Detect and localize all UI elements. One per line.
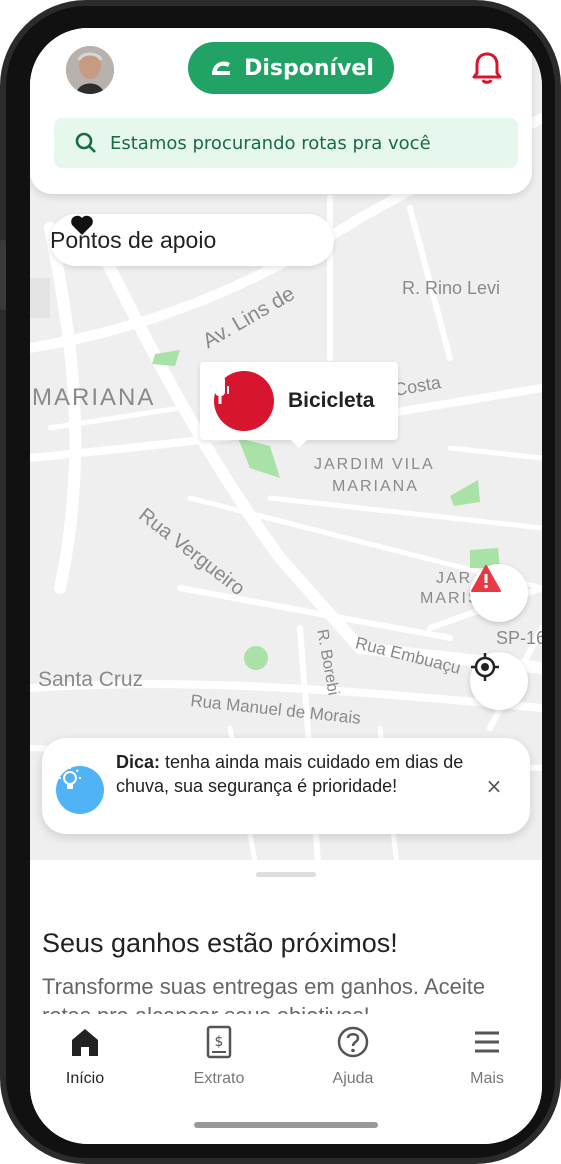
svg-text:$: $ xyxy=(215,1034,224,1050)
warning-icon xyxy=(471,565,501,592)
tab-label: Extrato xyxy=(193,1070,245,1087)
sheet-handle[interactable] xyxy=(256,872,316,877)
home-indicator xyxy=(194,1122,378,1128)
tip-text: Dica: tenha ainda mais cuidado em dias d… xyxy=(116,750,466,798)
support-points-button[interactable]: Pontos de apoio xyxy=(50,214,334,266)
tab-label: Mais xyxy=(470,1070,504,1087)
route-search-status: Estamos procurando rotas pra você xyxy=(54,118,518,168)
safety-tip-card: Dica: tenha ainda mais cuidado em dias d… xyxy=(42,738,530,834)
close-icon[interactable]: × xyxy=(482,774,506,798)
status-logo-icon xyxy=(212,61,231,75)
map-label: Santa Cruz xyxy=(38,668,144,691)
availability-label: Disponível xyxy=(244,55,374,81)
tip-prefix: Dica: xyxy=(116,752,161,772)
tab-mais[interactable]: Mais xyxy=(432,1024,542,1094)
bell-icon[interactable] xyxy=(469,50,505,86)
phone-frame: Av. Lins de R. Rino Levi Costa MARIANA J… xyxy=(0,0,561,1164)
map-label: SP-16 xyxy=(496,628,542,648)
app-screen: Av. Lins de R. Rino Levi Costa MARIANA J… xyxy=(30,28,542,1144)
phone-bezel: Av. Lins de R. Rino Levi Costa MARIANA J… xyxy=(6,6,555,1158)
sheet-title: Seus ganhos estão próximos! xyxy=(42,928,398,958)
bicycle-icon xyxy=(205,366,274,431)
search-status-text: Estamos procurando rotas pra você xyxy=(110,132,431,154)
map-label: MARIANA xyxy=(332,478,419,495)
availability-toggle[interactable]: Disponível xyxy=(188,42,394,94)
tab-ajuda[interactable]: Ajuda xyxy=(298,1024,408,1094)
tab-bar: Início $ Extrato Ajuda Mais xyxy=(30,1014,542,1104)
map-label: JAR xyxy=(436,570,473,587)
tab-label: Início xyxy=(65,1070,105,1087)
lightbulb-icon xyxy=(56,766,104,814)
map-label: R. Rino Levi xyxy=(402,278,501,298)
heart-icon xyxy=(71,215,93,235)
header-card: Disponível Estamos procurando rotas pra … xyxy=(30,28,532,194)
menu-icon xyxy=(475,1031,499,1053)
tab-inicio[interactable]: Início xyxy=(30,1024,140,1094)
vehicle-card[interactable]: Bicicleta xyxy=(200,362,398,440)
vehicle-label: Bicicleta xyxy=(288,389,375,412)
home-icon xyxy=(72,1029,98,1056)
card-pointer xyxy=(289,438,309,448)
alert-button[interactable] xyxy=(470,564,528,622)
tab-extrato[interactable]: $ Extrato xyxy=(164,1024,274,1094)
tip-body: tenha ainda mais cuidado em dias de chuv… xyxy=(116,752,464,796)
tab-label: Ajuda xyxy=(332,1070,374,1087)
statement-icon: $ xyxy=(206,1025,232,1059)
search-icon xyxy=(75,132,96,153)
recenter-button[interactable] xyxy=(470,652,528,710)
avatar[interactable] xyxy=(66,46,114,94)
crosshair-icon xyxy=(471,653,499,681)
map-label: MARIANA xyxy=(32,384,156,411)
map-label: JARDIM VILA xyxy=(314,456,435,473)
help-icon xyxy=(337,1026,369,1058)
